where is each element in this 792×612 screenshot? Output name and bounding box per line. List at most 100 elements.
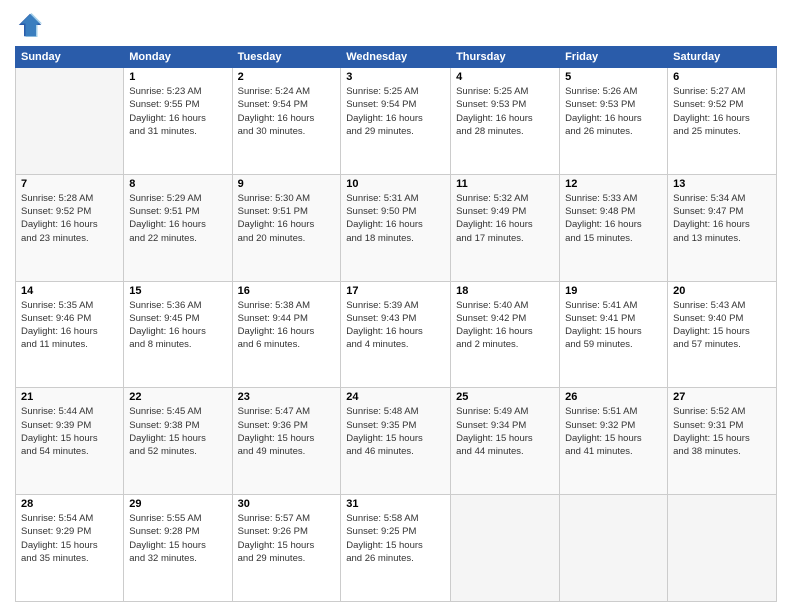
day-info: Sunrise: 5:25 AM Sunset: 9:54 PM Dayligh… bbox=[346, 85, 445, 138]
calendar-day-header: Thursday bbox=[451, 47, 560, 68]
calendar-cell: 21Sunrise: 5:44 AM Sunset: 9:39 PM Dayli… bbox=[16, 388, 124, 495]
calendar-cell: 15 Sunrise: 5:36 AM Sunset: 9:45 PM Dayli… bbox=[124, 281, 232, 388]
calendar-cell: 29 Sunrise: 5:55 AM Sunset: 9:28 PM Dayli… bbox=[124, 495, 232, 602]
day-info: Sunrise: 5:25 AM Sunset: 9:53 PM Dayligh… bbox=[456, 85, 554, 138]
header bbox=[15, 10, 777, 40]
day-info: Sunrise: 5:43 AM Sunset: 9:40 PM Dayligh… bbox=[673, 299, 771, 352]
calendar-cell: 16Sunrise: 5:38 AM Sunset: 9:44 PM Dayli… bbox=[232, 281, 341, 388]
calendar-cell: 12 Sunrise: 5:33 AM Sunset: 9:48 PM Dayli… bbox=[560, 174, 668, 281]
day-number: 18 bbox=[456, 285, 554, 297]
logo-icon bbox=[15, 10, 45, 40]
day-info: Sunrise: 5:23 AM Sunset: 9:55 PM Dayligh… bbox=[129, 85, 226, 138]
calendar-header-row: SundayMondayTuesdayWednesdayThursdayFrid… bbox=[16, 47, 777, 68]
day-info: Sunrise: 5:54 AM Sunset: 9:29 PM Dayligh… bbox=[21, 512, 118, 565]
calendar-cell: 5 Sunrise: 5:26 AM Sunset: 9:53 PM Daylig… bbox=[560, 68, 668, 175]
calendar-cell: 13Sunrise: 5:34 AM Sunset: 9:47 PM Dayli… bbox=[668, 174, 777, 281]
day-number: 19 bbox=[565, 285, 662, 297]
day-info: Sunrise: 5:35 AM Sunset: 9:46 PM Dayligh… bbox=[21, 299, 118, 352]
day-info: Sunrise: 5:41 AM Sunset: 9:41 PM Dayligh… bbox=[565, 299, 662, 352]
calendar-cell: 17 Sunrise: 5:39 AM Sunset: 9:43 PM Dayli… bbox=[341, 281, 451, 388]
page: SundayMondayTuesdayWednesdayThursdayFrid… bbox=[0, 0, 792, 612]
day-number: 8 bbox=[129, 178, 226, 190]
day-number: 14 bbox=[21, 285, 118, 297]
day-number: 5 bbox=[565, 71, 662, 83]
calendar-cell: 3 Sunrise: 5:25 AM Sunset: 9:54 PM Daylig… bbox=[341, 68, 451, 175]
day-info: Sunrise: 5:44 AM Sunset: 9:39 PM Dayligh… bbox=[21, 405, 118, 458]
day-number: 24 bbox=[346, 391, 445, 403]
calendar-cell: 28 Sunrise: 5:54 AM Sunset: 9:29 PM Dayli… bbox=[16, 495, 124, 602]
day-number: 2 bbox=[238, 71, 336, 83]
day-info: Sunrise: 5:40 AM Sunset: 9:42 PM Dayligh… bbox=[456, 299, 554, 352]
day-number: 12 bbox=[565, 178, 662, 190]
calendar-cell: 10 Sunrise: 5:31 AM Sunset: 9:50 PM Dayli… bbox=[341, 174, 451, 281]
day-number: 7 bbox=[21, 178, 118, 190]
day-info: Sunrise: 5:30 AM Sunset: 9:51 PM Dayligh… bbox=[238, 192, 336, 245]
day-info: Sunrise: 5:24 AM Sunset: 9:54 PM Dayligh… bbox=[238, 85, 336, 138]
calendar-cell: 26 Sunrise: 5:51 AM Sunset: 9:32 PM Dayli… bbox=[560, 388, 668, 495]
day-number: 28 bbox=[21, 498, 118, 510]
day-number: 16 bbox=[238, 285, 336, 297]
day-info: Sunrise: 5:39 AM Sunset: 9:43 PM Dayligh… bbox=[346, 299, 445, 352]
day-info: Sunrise: 5:27 AM Sunset: 9:52 PM Dayligh… bbox=[673, 85, 771, 138]
calendar-cell bbox=[560, 495, 668, 602]
day-number: 6 bbox=[673, 71, 771, 83]
calendar-cell: 19 Sunrise: 5:41 AM Sunset: 9:41 PM Dayli… bbox=[560, 281, 668, 388]
calendar-cell: 9 Sunrise: 5:30 AM Sunset: 9:51 PM Daylig… bbox=[232, 174, 341, 281]
calendar-week-row: 1 Sunrise: 5:23 AM Sunset: 9:55 PM Daylig… bbox=[16, 68, 777, 175]
logo bbox=[15, 10, 49, 40]
calendar-cell: 31 Sunrise: 5:58 AM Sunset: 9:25 PM Dayli… bbox=[341, 495, 451, 602]
day-info: Sunrise: 5:51 AM Sunset: 9:32 PM Dayligh… bbox=[565, 405, 662, 458]
calendar-day-header: Wednesday bbox=[341, 47, 451, 68]
day-info: Sunrise: 5:34 AM Sunset: 9:47 PM Dayligh… bbox=[673, 192, 771, 245]
day-number: 30 bbox=[238, 498, 336, 510]
calendar-cell: 4 Sunrise: 5:25 AM Sunset: 9:53 PM Daylig… bbox=[451, 68, 560, 175]
day-number: 31 bbox=[346, 498, 445, 510]
day-number: 10 bbox=[346, 178, 445, 190]
day-number: 22 bbox=[129, 391, 226, 403]
day-number: 9 bbox=[238, 178, 336, 190]
calendar-cell bbox=[451, 495, 560, 602]
calendar-cell: 14 Sunrise: 5:35 AM Sunset: 9:46 PM Dayli… bbox=[16, 281, 124, 388]
calendar-day-header: Monday bbox=[124, 47, 232, 68]
day-number: 20 bbox=[673, 285, 771, 297]
calendar-week-row: 7 Sunrise: 5:28 AM Sunset: 9:52 PM Daylig… bbox=[16, 174, 777, 281]
calendar-week-row: 21Sunrise: 5:44 AM Sunset: 9:39 PM Dayli… bbox=[16, 388, 777, 495]
day-info: Sunrise: 5:36 AM Sunset: 9:45 PM Dayligh… bbox=[129, 299, 226, 352]
day-info: Sunrise: 5:32 AM Sunset: 9:49 PM Dayligh… bbox=[456, 192, 554, 245]
calendar-cell: 8 Sunrise: 5:29 AM Sunset: 9:51 PM Daylig… bbox=[124, 174, 232, 281]
calendar-week-row: 28 Sunrise: 5:54 AM Sunset: 9:29 PM Dayli… bbox=[16, 495, 777, 602]
day-info: Sunrise: 5:28 AM Sunset: 9:52 PM Dayligh… bbox=[21, 192, 118, 245]
day-info: Sunrise: 5:49 AM Sunset: 9:34 PM Dayligh… bbox=[456, 405, 554, 458]
day-number: 17 bbox=[346, 285, 445, 297]
day-number: 4 bbox=[456, 71, 554, 83]
day-number: 29 bbox=[129, 498, 226, 510]
day-number: 1 bbox=[129, 71, 226, 83]
day-info: Sunrise: 5:58 AM Sunset: 9:25 PM Dayligh… bbox=[346, 512, 445, 565]
calendar-cell: 7 Sunrise: 5:28 AM Sunset: 9:52 PM Daylig… bbox=[16, 174, 124, 281]
day-info: Sunrise: 5:52 AM Sunset: 9:31 PM Dayligh… bbox=[673, 405, 771, 458]
day-info: Sunrise: 5:48 AM Sunset: 9:35 PM Dayligh… bbox=[346, 405, 445, 458]
calendar: SundayMondayTuesdayWednesdayThursdayFrid… bbox=[15, 46, 777, 602]
calendar-cell bbox=[668, 495, 777, 602]
calendar-cell: 6 Sunrise: 5:27 AM Sunset: 9:52 PM Daylig… bbox=[668, 68, 777, 175]
day-info: Sunrise: 5:31 AM Sunset: 9:50 PM Dayligh… bbox=[346, 192, 445, 245]
calendar-cell: 11Sunrise: 5:32 AM Sunset: 9:49 PM Dayli… bbox=[451, 174, 560, 281]
day-info: Sunrise: 5:33 AM Sunset: 9:48 PM Dayligh… bbox=[565, 192, 662, 245]
calendar-cell: 2 Sunrise: 5:24 AM Sunset: 9:54 PM Daylig… bbox=[232, 68, 341, 175]
day-number: 25 bbox=[456, 391, 554, 403]
calendar-cell: 22Sunrise: 5:45 AM Sunset: 9:38 PM Dayli… bbox=[124, 388, 232, 495]
day-info: Sunrise: 5:55 AM Sunset: 9:28 PM Dayligh… bbox=[129, 512, 226, 565]
day-info: Sunrise: 5:26 AM Sunset: 9:53 PM Dayligh… bbox=[565, 85, 662, 138]
day-number: 3 bbox=[346, 71, 445, 83]
calendar-week-row: 14 Sunrise: 5:35 AM Sunset: 9:46 PM Dayli… bbox=[16, 281, 777, 388]
day-number: 15 bbox=[129, 285, 226, 297]
day-number: 27 bbox=[673, 391, 771, 403]
calendar-day-header: Friday bbox=[560, 47, 668, 68]
calendar-day-header: Saturday bbox=[668, 47, 777, 68]
calendar-day-header: Tuesday bbox=[232, 47, 341, 68]
calendar-cell: 1 Sunrise: 5:23 AM Sunset: 9:55 PM Daylig… bbox=[124, 68, 232, 175]
calendar-cell: 23Sunrise: 5:47 AM Sunset: 9:36 PM Dayli… bbox=[232, 388, 341, 495]
calendar-cell: 24 Sunrise: 5:48 AM Sunset: 9:35 PM Dayli… bbox=[341, 388, 451, 495]
day-info: Sunrise: 5:29 AM Sunset: 9:51 PM Dayligh… bbox=[129, 192, 226, 245]
day-number: 26 bbox=[565, 391, 662, 403]
